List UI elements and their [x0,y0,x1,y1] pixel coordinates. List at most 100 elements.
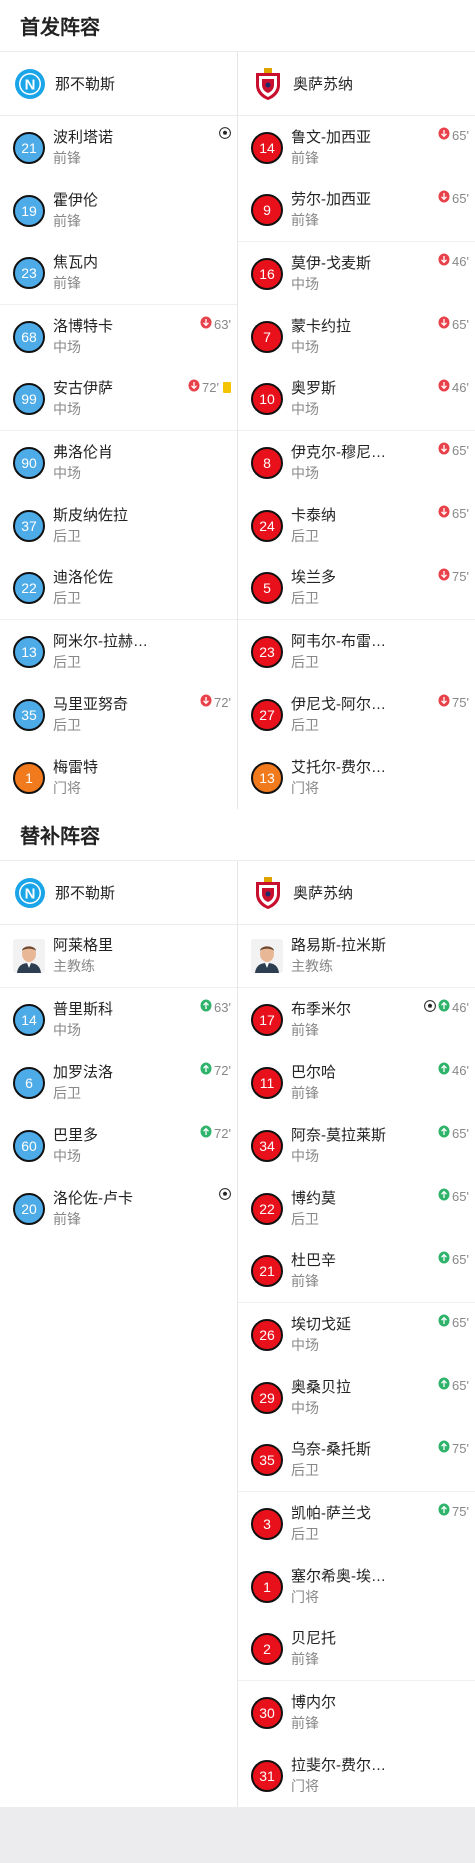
player-row[interactable]: 22 迪洛伦佐 后卫 [0,557,237,620]
player-row[interactable]: 3 凯帕-萨兰戈 后卫 75' [238,1492,475,1555]
coach-row[interactable]: 阿莱格里 主教练 [0,925,237,988]
sub-off-minute: 75' [452,695,469,710]
player-position: 后卫 [291,1462,319,1478]
player-row[interactable]: 1 塞尔希奥-埃… 门将 [238,1555,475,1618]
player-row[interactable]: 23 焦瓦内 前锋 [0,242,237,305]
player-row[interactable]: 13 艾托尔-费尔… 门将 [238,746,475,809]
player-events: 65' [438,1251,469,1268]
sub-on-icon [200,1125,212,1142]
player-row[interactable]: 29 奥桑贝拉 中场 65' [238,1366,475,1429]
player-row[interactable]: 11 巴尔哈 前锋 46' [238,1051,475,1114]
team-header[interactable]: N 那不勒斯 [0,861,237,925]
player-info: 迪洛伦佐 后卫 [53,568,113,608]
coach-role: 主教练 [53,958,95,974]
player-info: 伊克尔-穆尼… 中场 [291,443,386,483]
player-name: 博内尔 [291,1693,337,1711]
player-position: 前锋 [291,1651,319,1667]
coach-row[interactable]: 路易斯-拉米斯 主教练 [238,925,475,988]
osasuna-logo [251,67,285,101]
player-events: 75' [438,1503,469,1520]
away-subs-column: 奥萨苏纳 路易斯-拉米斯 主教练 17 布季米尔 前锋 46' 11 巴尔哈 前锋 46' 34 阿奈-… [238,861,475,1807]
player-events: 46' [438,1062,469,1079]
player-row[interactable]: 21 杜巴辛 前锋 65' [238,1240,475,1303]
player-row[interactable]: 17 布季米尔 前锋 46' [238,988,475,1051]
jersey-number: 30 [251,1696,283,1729]
player-row[interactable]: 14 普里斯科 中场 63' [0,988,237,1051]
player-events: 72' [200,1062,231,1079]
subs-lineup-panel: 替补阵容 N 那不勒斯 阿莱格里 主教练 14 普里斯科 中场 63' 6 加罗法洛 后卫 72' 60… [0,809,475,1807]
player-row[interactable]: 35 乌奈-桑托斯 后卫 75' [238,1429,475,1492]
team-header[interactable]: 奥萨苏纳 [238,861,475,925]
player-events: 46' [438,253,469,270]
player-row[interactable]: 21 波利塔诺 前锋 [0,116,237,179]
player-info: 塞尔希奥-埃… 门将 [291,1567,386,1607]
player-row[interactable]: 60 巴里多 中场 72' [0,1114,237,1177]
team-header[interactable]: N 那不勒斯 [0,52,237,116]
player-events: 65' [438,1314,469,1331]
jersey-number: 35 [251,1444,283,1476]
sub-on-minute: 46' [452,1000,469,1015]
player-row[interactable]: 23 阿韦尔-布雷… 后卫 [238,620,475,683]
player-info: 巴里多 中场 [53,1126,98,1166]
player-row[interactable]: 24 卡泰纳 后卫 65' [238,494,475,557]
jersey-number: 26 [251,1318,283,1351]
player-info: 霍伊伦 前锋 [53,191,98,231]
player-row[interactable]: 7 蒙卡约拉 中场 65' [238,305,475,368]
player-name: 埃切戈延 [291,1315,352,1333]
jersey-number: 35 [13,698,45,731]
player-row[interactable]: 26 埃切戈延 中场 65' [238,1303,475,1366]
sub-on-minute: 65' [452,1315,469,1330]
player-row[interactable]: 10 奥罗斯 中场 46' [238,368,475,431]
player-row[interactable]: 90 弗洛伦肖 中场 [0,431,237,494]
player-info: 埃切戈延 中场 [291,1315,351,1355]
player-row[interactable]: 6 加罗法洛 后卫 72' [0,1051,237,1114]
player-info: 贝尼托 前锋 [291,1629,336,1669]
player-row[interactable]: 14 鲁文-加西亚 前锋 65' [238,116,475,179]
osasuna-logo [251,876,285,910]
jersey-number: 1 [13,761,45,794]
player-row[interactable]: 8 伊克尔-穆尼… 中场 65' [238,431,475,494]
player-info: 阿韦尔-布雷… 后卫 [291,632,386,672]
jersey-number: 19 [13,194,45,227]
player-name: 安古伊萨 [53,380,114,397]
player-name: 乌奈-桑托斯 [291,1441,371,1458]
sub-off-icon [438,190,450,207]
player-info: 拉斐尔-费尔… 门将 [291,1756,386,1796]
player-position: 中场 [291,401,319,417]
player-row[interactable]: 37 斯皮纳佐拉 后卫 [0,494,237,557]
player-position: 中场 [53,1147,81,1164]
player-position: 门将 [291,1588,319,1605]
team-header[interactable]: 奥萨苏纳 [238,52,475,116]
napoli-logo: N [13,876,47,910]
player-row[interactable]: 99 安古伊萨 中场 72' [0,368,237,431]
player-row[interactable]: 31 拉斐尔-费尔… 门将 [238,1744,475,1807]
starting-lineup-panel: 首发阵容 N 那不勒斯 21 波利塔诺 前锋 19 霍伊伦 前锋 23 焦瓦内 前锋 68 洛博特卡 中场… [0,0,475,809]
player-row[interactable]: 27 伊尼戈-阿尔… 后卫 75' [238,683,475,746]
team-name: 奥萨苏纳 [293,76,354,93]
player-events: 65' [438,1125,469,1142]
player-events: 46' [438,379,469,396]
player-row[interactable]: 13 阿米尔-拉赫… 后卫 [0,620,237,683]
player-position: 前锋 [291,1714,319,1731]
player-row[interactable]: 9 劳尔-加西亚 前锋 65' [238,179,475,242]
player-row[interactable]: 68 洛博特卡 中场 63' [0,305,237,368]
player-events: 75' [438,694,469,711]
player-info: 巴尔哈 前锋 [291,1063,336,1103]
player-row[interactable]: 16 莫伊-戈麦斯 中场 46' [238,242,475,305]
team-name: 那不勒斯 [55,76,116,93]
player-row[interactable]: 19 霍伊伦 前锋 [0,179,237,242]
player-row[interactable]: 22 博约莫 后卫 65' [238,1177,475,1240]
player-row[interactable]: 30 博内尔前锋 [238,1681,475,1744]
player-info: 乌奈-桑托斯 后卫 [291,1440,371,1480]
coach-info: 阿莱格里 主教练 [53,936,113,976]
player-row[interactable]: 1 梅雷特 门将 [0,746,237,809]
player-row[interactable]: 35 马里亚努奇 后卫 72' [0,683,237,746]
player-position: 后卫 [53,527,81,544]
player-name: 杜巴辛 [291,1252,337,1269]
player-info: 博约莫 后卫 [291,1189,336,1229]
player-row[interactable]: 2 贝尼托 前锋 [238,1618,475,1681]
player-row[interactable]: 20 洛伦佐-卢卡 前锋 [0,1177,237,1240]
player-row[interactable]: 34 阿奈-莫拉莱斯 中场 65' [238,1114,475,1177]
player-row[interactable]: 5 埃兰多 后卫 75' [238,557,475,620]
team-name: 奥萨苏纳 [293,885,354,902]
